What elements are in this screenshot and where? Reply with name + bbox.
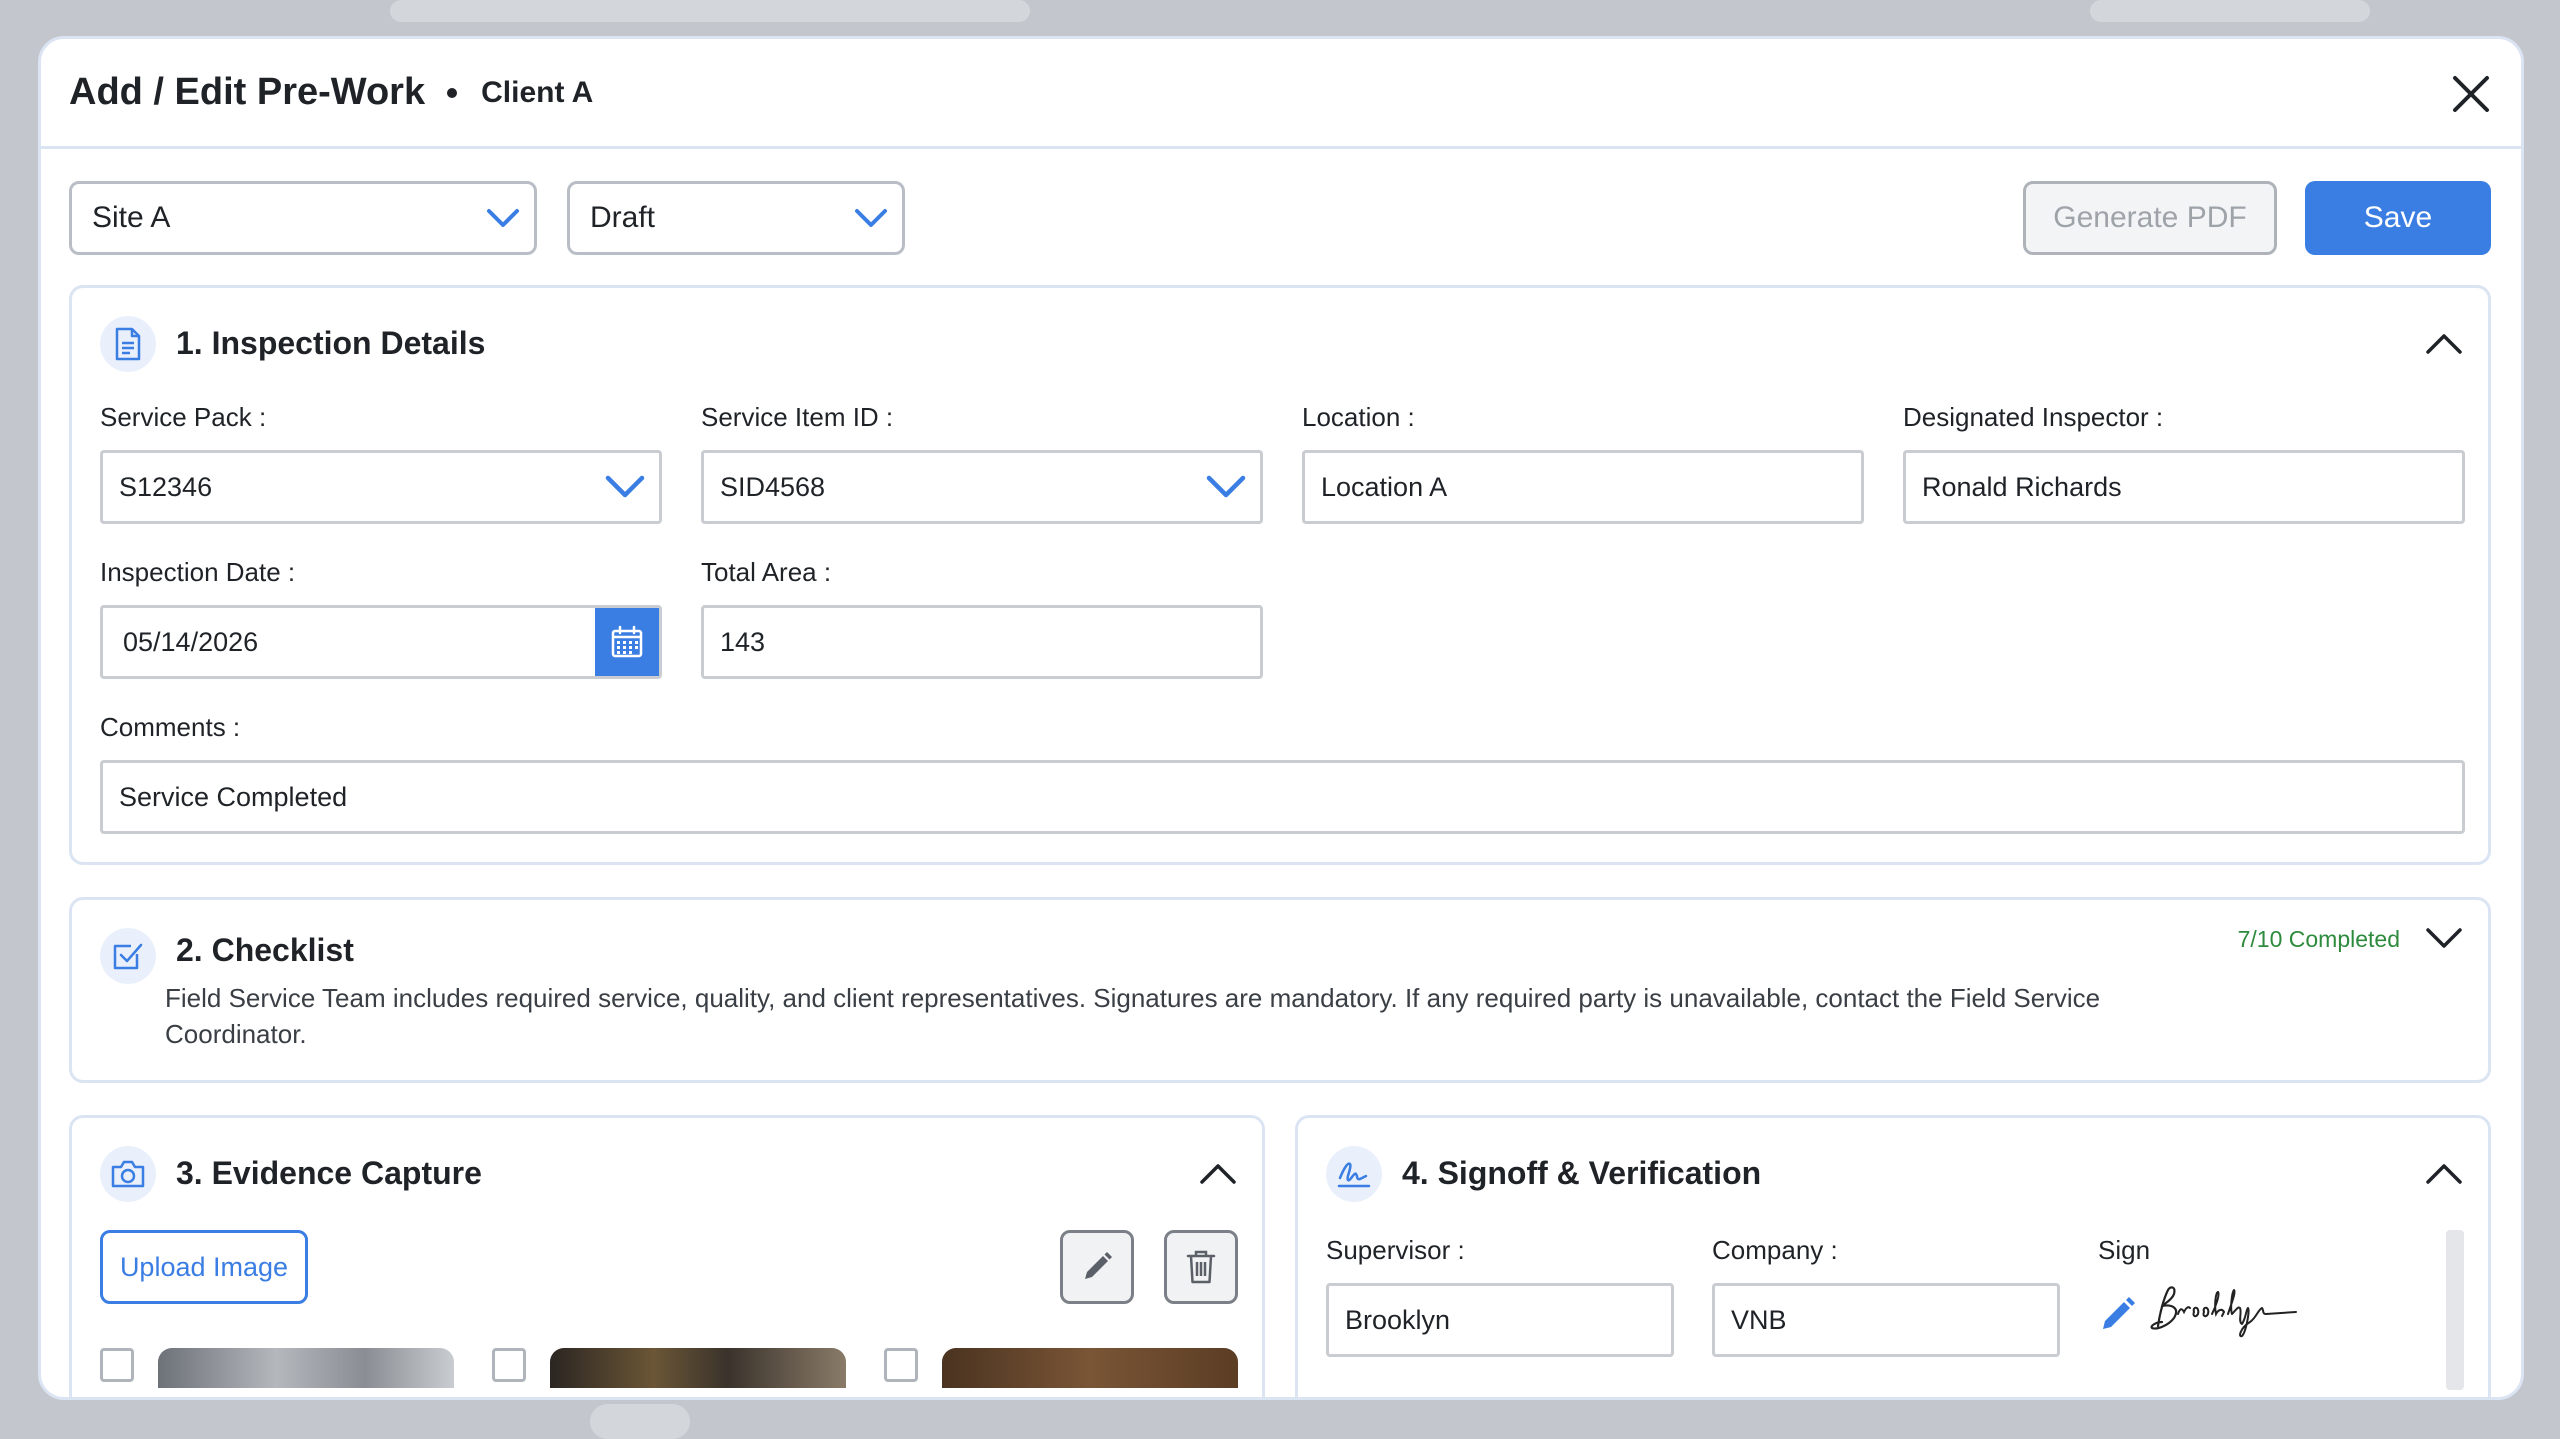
pencil-icon[interactable] [2098,1294,2138,1334]
evidence-thumbnail[interactable] [158,1348,454,1388]
backdrop-strip [2090,0,2370,22]
status-select-value: Draft [590,201,656,234]
service-pack-label: Service Pack : [100,402,267,432]
close-icon[interactable] [2449,72,2493,116]
calendar-button[interactable] [595,608,659,676]
comments-label: Comments : [100,712,241,742]
chevron-down-icon [1206,475,1246,498]
image-select-checkbox[interactable] [884,1348,918,1382]
prework-modal: Add / Edit Pre-Work Client A Site A Draf… [38,36,2524,1400]
service-item-select[interactable]: SID4568 [701,450,1263,524]
checkbox-icon [100,928,156,984]
location-value: Location A [1321,471,1448,502]
inspector-label: Designated Inspector : [1903,402,2164,432]
upload-image-button[interactable]: Upload Image [100,1230,308,1304]
calendar-icon [611,625,643,658]
service-pack-select[interactable]: S12346 [100,450,662,524]
client-name: Client A [481,75,594,109]
supervisor-value: Brooklyn [1345,1304,1451,1335]
checklist-progress: 7/10 Completed [2237,926,2400,952]
backdrop-strip [390,0,1030,22]
chevron-down-icon [487,209,519,227]
checklist-description: Field Service Team includes required ser… [165,983,2101,1049]
trash-icon [1186,1250,1216,1284]
evidence-thumbnail[interactable] [550,1348,846,1388]
image-select-checkbox[interactable] [492,1348,526,1382]
title-separator [447,87,458,98]
modal-title: Add / Edit Pre-Work [69,71,426,113]
inspection-date-label: Inspection Date : [100,557,296,587]
pencil-icon [1085,1252,1112,1279]
inspector-field[interactable]: Ronald Richards [1903,450,2465,524]
service-item-label: Service Item ID : [701,402,894,432]
evidence-thumbnail[interactable] [942,1348,1238,1388]
document-icon [100,316,156,372]
save-button[interactable]: Save [2305,181,2491,255]
backdrop-strip [590,1404,690,1439]
company-value: VNB [1731,1304,1787,1335]
scrollbar[interactable] [2446,1230,2464,1390]
supervisor-label: Supervisor : [1326,1235,1465,1265]
location-label: Location : [1302,402,1415,432]
service-item-value: SID4568 [720,471,826,502]
total-area-field[interactable]: 143 [701,605,1263,679]
chevron-down-icon[interactable] [2424,918,2464,958]
company-label: Company : [1712,1235,1838,1265]
signature-image [2150,1286,2297,1338]
checklist-card: 2. Checklist 7/10 Completed Field Servic… [69,897,2491,1083]
inspector-value: Ronald Richards [1922,471,2122,502]
chevron-up-icon[interactable] [2424,1154,2464,1194]
section-title: 2. Checklist [176,932,354,968]
generate-pdf-button[interactable]: Generate PDF [2023,181,2277,255]
chevron-down-icon [855,209,887,227]
edit-button[interactable] [1060,1230,1134,1304]
evidence-capture-card: 3. Evidence Capture Upload Image [69,1115,1265,1397]
location-field[interactable]: Location A [1302,450,1864,524]
inspection-date-field[interactable]: 05/14/2026 [100,605,662,679]
comments-field[interactable]: Service Completed [100,760,2465,834]
supervisor-field[interactable]: Brooklyn [1326,1283,1674,1357]
delete-button[interactable] [1164,1230,1238,1304]
total-area-label: Total Area : [701,557,832,587]
signoff-card: 4. Signoff & Verification Supervisor : B… [1295,1115,2491,1397]
site-select[interactable]: Site A [69,181,537,255]
company-field[interactable]: VNB [1712,1283,2060,1357]
section-title: 4. Signoff & Verification [1402,1155,1762,1191]
section-title: 1. Inspection Details [176,325,486,361]
chevron-up-icon[interactable] [2424,324,2464,364]
site-select-value: Site A [92,201,171,234]
modal-header: Add / Edit Pre-Work Client A [41,39,2521,149]
chevron-up-icon[interactable] [1198,1154,1238,1194]
chevron-down-icon [605,475,645,498]
camera-icon [100,1146,156,1202]
section-title: 3. Evidence Capture [176,1155,482,1191]
sign-label: Sign [2098,1235,2151,1265]
status-select[interactable]: Draft [567,181,905,255]
inspection-details-card: 1. Inspection Details Service Pack : S12… [69,285,2491,865]
total-area-value: 143 [720,626,766,657]
service-pack-value: S12346 [119,471,213,502]
signature-icon [1326,1146,1382,1202]
inspection-date-value: 05/14/2026 [123,626,259,657]
comments-value: Service Completed [119,781,348,812]
image-select-checkbox[interactable] [100,1348,134,1382]
